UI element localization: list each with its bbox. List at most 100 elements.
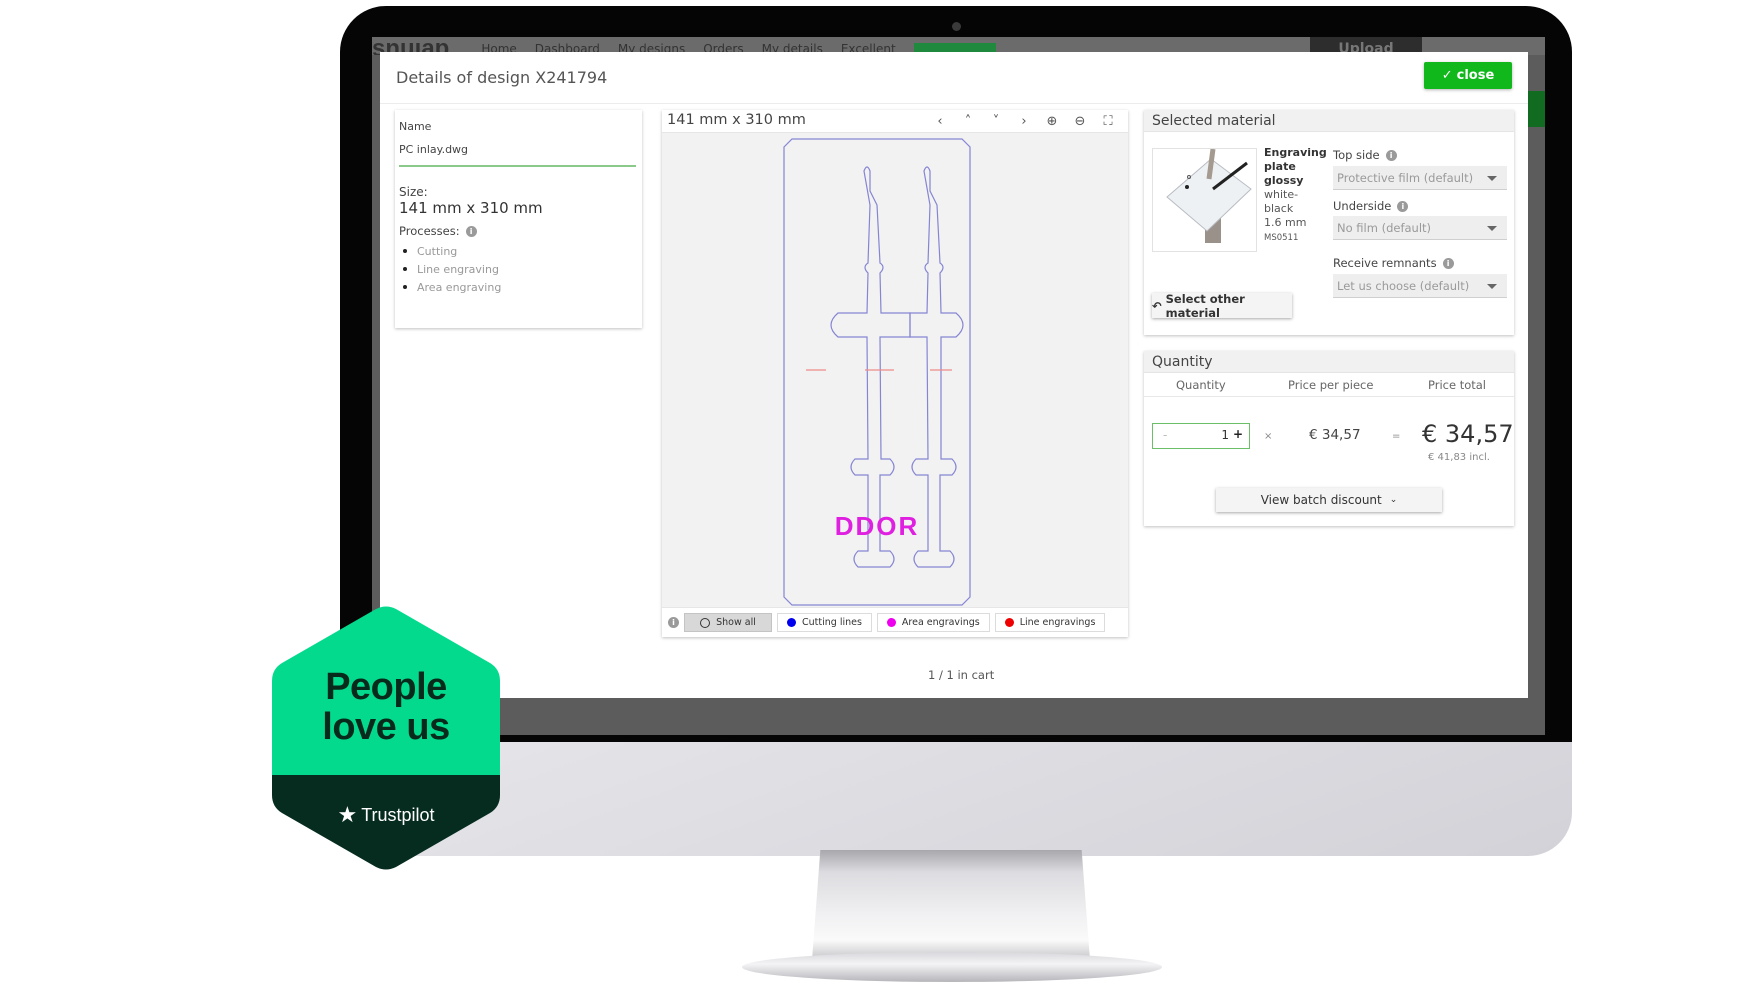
legend-line-engravings[interactable]: Line engravings [994, 613, 1106, 632]
layer-legend: i Show all Cutting lines Area engravings… [662, 607, 1128, 637]
top-side-select[interactable]: Protective film (default) [1333, 166, 1507, 190]
material-header: Selected material [1144, 110, 1514, 132]
select-other-material-button[interactable]: ↶ Select other material [1152, 292, 1292, 320]
trustpilot-badge: People love us ★ Trustpilot [272, 605, 500, 871]
col-price-total: Price total [1428, 378, 1487, 392]
pan-right-icon[interactable]: › [1010, 112, 1038, 130]
show-all-label: Show all [716, 617, 756, 628]
quantity-card: Quantity Quantity Price per piece Price … [1144, 351, 1514, 526]
info-icon[interactable]: i [1397, 200, 1409, 212]
badge-headline: People love us [272, 667, 500, 747]
name-label: Name [399, 120, 432, 133]
circle-icon [700, 617, 711, 628]
cart-status: 1 / 1 in cart [928, 668, 995, 682]
select-value: No film (default) [1337, 220, 1432, 235]
info-icon[interactable]: i [1442, 257, 1454, 269]
design-viewer: 141 mm x 310 mm ‹ ˄ ˅ › ⊕ ⊖ ⛶ DDOR i Sho… [662, 110, 1128, 637]
blue-dot-icon [787, 618, 796, 627]
price-total: € 34,57 [1422, 420, 1514, 448]
syringe-right-outline [909, 166, 964, 568]
select-value: Let us choose (default) [1337, 278, 1470, 293]
material-code: MS0511 [1264, 233, 1299, 243]
price-incl-vat: € 41,83 incl. [1428, 452, 1490, 463]
process-item: Area engraving [403, 278, 501, 296]
material-thickness: 1.6 mm [1264, 216, 1307, 229]
material-color: black [1264, 202, 1294, 215]
legend-label: Area engravings [901, 617, 980, 628]
camera-dot [952, 22, 961, 31]
dropdown-caret-icon [1487, 226, 1497, 231]
trustpilot-wordmark: Trustpilot [361, 804, 435, 825]
undo-arrow-icon: ↶ [1152, 298, 1162, 313]
design-drawing: DDOR [783, 138, 971, 606]
col-price-per-piece: Price per piece [1288, 378, 1374, 392]
processes-list: Cutting Line engraving Area engraving [403, 242, 501, 296]
material-image [1152, 148, 1257, 252]
monitor-stand-base [742, 952, 1162, 982]
legend-label: Line engravings [1019, 617, 1096, 628]
zoom-in-icon[interactable]: ⊕ [1038, 112, 1066, 130]
zoom-out-icon[interactable]: ⊖ [1066, 112, 1094, 130]
selected-material-card: Selected material Engraving plate glossy… [1144, 110, 1514, 335]
price-per-piece: € 34,57 [1309, 427, 1361, 443]
increment-button[interactable]: + [1233, 427, 1243, 441]
pan-down-icon[interactable]: ˅ [982, 112, 1010, 130]
quantity-input[interactable]: 1 [1221, 428, 1229, 442]
viewer-toolbar: 141 mm x 310 mm ‹ ˄ ˅ › ⊕ ⊖ ⛶ [662, 110, 1128, 133]
close-button[interactable]: ✓ close [1424, 62, 1512, 89]
material-photo [1166, 149, 1252, 243]
quantity-header: Quantity [1144, 351, 1514, 373]
modal-title: Details of design X241794 [396, 68, 608, 87]
legend-cutting-lines[interactable]: Cutting lines [777, 613, 872, 632]
badge-line1: People [325, 666, 447, 708]
info-icon[interactable]: i [1385, 149, 1397, 161]
chevron-down-icon: ⌄ [1389, 495, 1398, 505]
legend-label: Cutting lines [802, 617, 862, 628]
decrement-button[interactable]: - [1163, 428, 1167, 442]
design-canvas[interactable]: DDOR [662, 133, 1128, 607]
pan-up-icon[interactable]: ˄ [954, 112, 982, 130]
fullscreen-icon[interactable]: ⛶ [1094, 112, 1122, 130]
badge-line2: love us [322, 706, 450, 748]
material-name: glossy [1264, 174, 1304, 187]
size-label: Size: [399, 185, 428, 199]
red-dot-icon [1004, 618, 1014, 627]
option-label: Receive remnants [1333, 256, 1437, 270]
dropdown-caret-icon [1487, 284, 1497, 289]
view-batch-discount-button[interactable]: View batch discount ⌄ [1216, 488, 1442, 512]
pan-left-icon[interactable]: ‹ [926, 112, 954, 130]
underside-label: Underside i [1333, 199, 1409, 213]
equals-sign: = [1392, 431, 1401, 442]
screen: snulab Home Dashboard My designs Orders … [372, 37, 1545, 735]
times-sign: × [1264, 431, 1273, 442]
quantity-columns: Quantity Price per piece Price total [1144, 374, 1514, 397]
close-label: close [1456, 68, 1495, 83]
batch-discount-label: View batch discount [1260, 493, 1382, 507]
dropdown-caret-icon [1487, 176, 1497, 181]
option-label: Top side [1333, 148, 1380, 162]
processes-label-text: Processes: [399, 224, 460, 238]
option-label: Underside [1333, 199, 1392, 213]
processes-label: Processes: i [399, 224, 477, 238]
design-details-modal: Details of design X241794 ✓ close Name P… [380, 52, 1528, 698]
design-info-card: Name PC inlay.dwg Size: 141 mm x 310 mm … [395, 110, 642, 328]
show-all-button[interactable]: Show all [684, 613, 772, 632]
name-field-underline [399, 165, 636, 167]
info-icon[interactable]: i [668, 617, 679, 628]
legend-area-engravings[interactable]: Area engravings [876, 613, 990, 632]
viewer-tools: ‹ ˄ ˅ › ⊕ ⊖ ⛶ [926, 112, 1122, 130]
material-name: plate [1264, 160, 1296, 173]
select-value: Protective film (default) [1337, 170, 1474, 185]
name-field[interactable]: PC inlay.dwg [399, 143, 468, 156]
monitor-chin [340, 742, 1572, 856]
check-icon: ✓ [1441, 68, 1453, 83]
material-name: Engraving [1264, 146, 1327, 159]
monitor-stand [812, 850, 1090, 960]
background-green-button [1527, 91, 1545, 127]
receive-remnants-select[interactable]: Let us choose (default) [1333, 274, 1507, 298]
info-icon[interactable]: i [465, 225, 477, 237]
underside-select[interactable]: No film (default) [1333, 216, 1507, 240]
area-engraving-logo: DDOR [835, 511, 920, 541]
material-color: white- [1264, 188, 1299, 201]
quantity-stepper[interactable]: - 1 + [1152, 423, 1250, 449]
